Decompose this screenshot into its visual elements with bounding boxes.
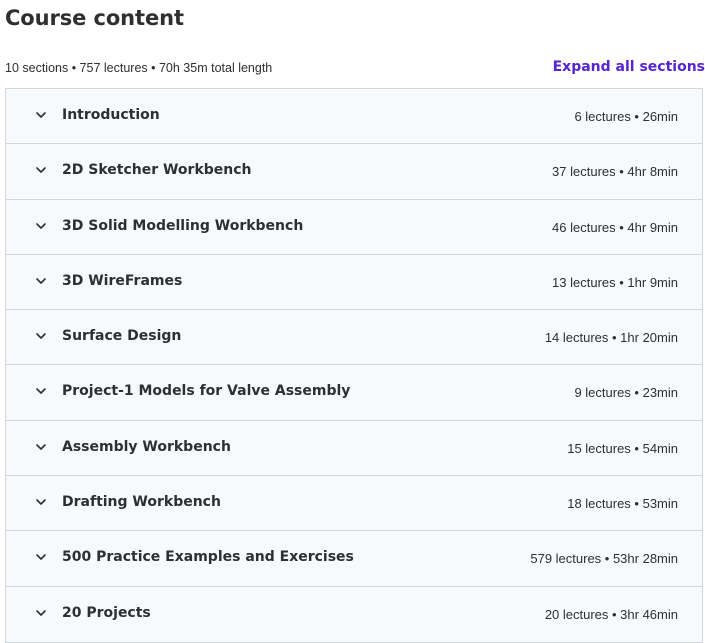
chevron-down-icon bbox=[36, 278, 46, 284]
section-item-20-projects[interactable]: 20 Projects 20 lectures • 3hr 46min bbox=[6, 586, 702, 642]
section-title: 3D WireFrames bbox=[62, 272, 183, 289]
section-item-assembly-workbench[interactable]: Assembly Workbench 15 lectures • 54min bbox=[6, 420, 702, 477]
chevron-down-icon bbox=[36, 554, 46, 561]
section-title: 3D Solid Modelling Workbench bbox=[62, 217, 304, 234]
section-item-drafting-workbench[interactable]: Drafting Workbench 18 lectures • 53min bbox=[6, 476, 702, 532]
section-title: 500 Practice Examples and Exercises bbox=[62, 549, 354, 566]
section-meta: 14 lectures • 1hr 20min bbox=[544, 330, 678, 346]
page-title: Course content bbox=[5, 6, 184, 30]
chevron-down-icon bbox=[36, 499, 46, 505]
chevron-down-icon bbox=[36, 333, 46, 339]
section-title: 2D Sketcher Workbench bbox=[62, 162, 252, 179]
section-meta: 37 lectures • 4hr 8min bbox=[552, 164, 678, 180]
course-summary-row: 10 sections • 757 lectures • 70h 35m tot… bbox=[5, 58, 705, 78]
section-list: Introduction 6 lectures • 26min 2D Sketc… bbox=[5, 88, 703, 643]
chevron-down-icon bbox=[36, 112, 46, 118]
section-item-2d-sketcher-workbench[interactable]: 2D Sketcher Workbench 37 lectures • 4hr … bbox=[6, 144, 702, 200]
section-meta: 579 lectures • 53hr 28min bbox=[530, 551, 678, 567]
section-meta: 6 lectures • 26min bbox=[574, 109, 678, 124]
section-meta: 46 lectures • 4hr 9min bbox=[552, 219, 678, 235]
section-title: Project-1 Models for Valve Assembly bbox=[62, 383, 351, 400]
chevron-down-icon bbox=[36, 167, 46, 174]
section-title: 20 Projects bbox=[62, 604, 151, 621]
section-title: Drafting Workbench bbox=[62, 494, 221, 511]
chevron-down-icon bbox=[36, 388, 46, 395]
section-item-500-practice-examples[interactable]: 500 Practice Examples and Exercises 579 … bbox=[6, 531, 702, 587]
section-item-introduction[interactable]: Introduction 6 lectures • 26min bbox=[6, 89, 702, 145]
section-meta: 20 lectures • 3hr 46min bbox=[544, 606, 678, 622]
expand-all-sections-button[interactable]: Expand all sections bbox=[553, 58, 705, 76]
course-summary: 10 sections • 757 lectures • 70h 35m tot… bbox=[5, 61, 273, 75]
section-item-surface-design[interactable]: Surface Design 14 lectures • 1hr 20min bbox=[6, 310, 702, 366]
section-meta: 15 lectures • 54min bbox=[567, 440, 678, 456]
section-meta: 18 lectures • 53min bbox=[567, 496, 678, 512]
section-title: Surface Design bbox=[62, 328, 182, 345]
chevron-down-icon bbox=[36, 609, 46, 616]
section-meta: 13 lectures • 1hr 9min bbox=[552, 274, 678, 290]
section-title: Introduction bbox=[62, 107, 160, 123]
section-meta: 9 lectures • 23min bbox=[574, 385, 678, 401]
section-item-project-1-models[interactable]: Project-1 Models for Valve Assembly 9 le… bbox=[6, 365, 702, 421]
section-item-3d-wireframes[interactable]: 3D WireFrames 13 lectures • 1hr 9min bbox=[6, 254, 702, 311]
section-title: Assembly Workbench bbox=[62, 438, 231, 455]
chevron-down-icon bbox=[36, 443, 46, 450]
chevron-down-icon bbox=[36, 222, 46, 229]
section-item-3d-solid-modelling-workbench[interactable]: 3D Solid Modelling Workbench 46 lectures… bbox=[6, 199, 702, 255]
